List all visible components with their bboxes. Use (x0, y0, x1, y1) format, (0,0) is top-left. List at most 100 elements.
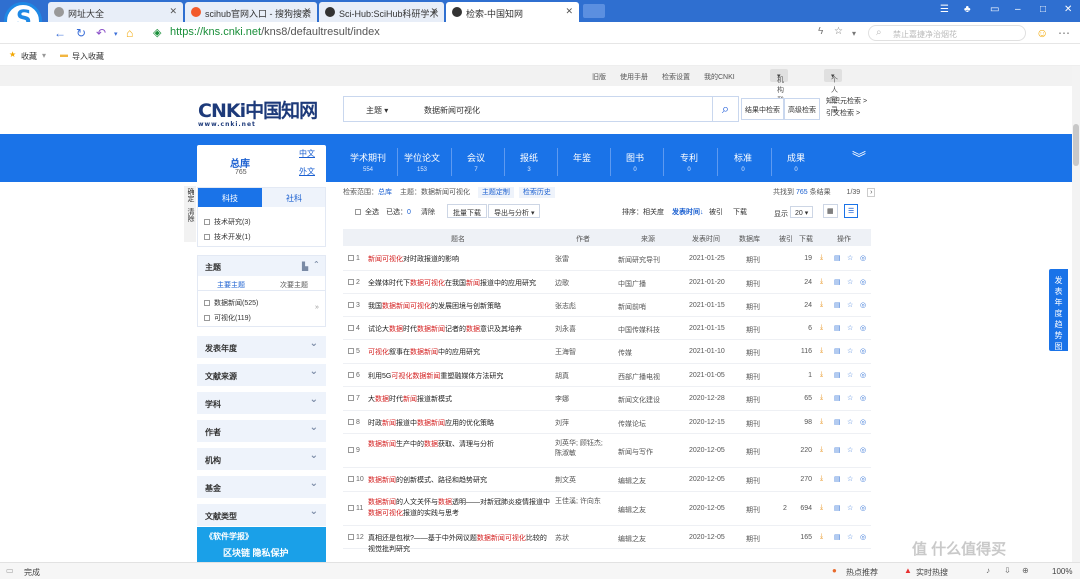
trend-chart-button[interactable]: 发表年度趋势图 (1049, 269, 1068, 351)
chevron-down-icon[interactable]: ▾ (114, 30, 118, 38)
read-icon[interactable]: ▤ (834, 394, 841, 402)
facet-author[interactable]: 作者 (197, 420, 326, 442)
table-row[interactable]: 5 可视化叙事在数据新闻中的应用研究 王海智 传媒 2021-01-10 期刊 116 ⤓ ▤ ☆… (343, 340, 871, 364)
row-source[interactable]: 西部广播电视 (618, 372, 660, 382)
row-title-link[interactable]: 时政新闻报道中数据新闻应用的优化策略 (368, 418, 551, 429)
favorite-icon[interactable]: ☆ (847, 394, 853, 402)
chart-icon[interactable]: ▙ (302, 262, 308, 271)
restore-icon[interactable]: ▭ (990, 4, 999, 15)
quote-icon[interactable]: ◎ (860, 418, 866, 426)
download-icon[interactable]: ⤓ (820, 418, 823, 426)
facet-source[interactable]: 文献来源 (197, 364, 326, 386)
chevron-down-icon[interactable]: ▾ (852, 29, 856, 38)
category-achievement[interactable]: 成果 0 (787, 151, 805, 173)
table-row[interactable]: 9 数据新闻生产中的数据获取、清理与分析 刘英华; 顾钰杰; 陈淑敏 新闻与写作 202… (343, 434, 871, 468)
list-view-icon[interactable]: ☰ (844, 204, 859, 218)
sort-cited[interactable]: 被引 (709, 207, 723, 217)
org-login-button[interactable]: 机构登录 ▾ (770, 69, 788, 114)
close-icon[interactable]: ✕ (303, 6, 311, 17)
url-field[interactable]: https://kns.cnki.net/kns8/defaultresult/… (170, 26, 380, 38)
my-cnki-link[interactable]: 我的CNKI (704, 72, 735, 82)
checkbox[interactable] (204, 234, 210, 240)
personal-login-button[interactable]: 个人登录 ▾ (824, 69, 842, 114)
category-standard[interactable]: 标准 0 (734, 151, 752, 173)
maximize-icon[interactable]: □ (1040, 4, 1046, 15)
row-source[interactable]: 新闻与写作 (618, 447, 653, 457)
read-icon[interactable]: ▤ (834, 504, 841, 512)
browser-tab-active[interactable]: 检索-中国知网 ✕ (446, 2, 579, 22)
read-icon[interactable]: ▤ (834, 324, 841, 332)
close-window-icon[interactable]: ✕ (1064, 4, 1072, 15)
export-analysis-button[interactable]: 导出与分析 ▾ (488, 204, 541, 218)
quote-icon[interactable]: ◎ (860, 324, 866, 332)
category-yearbook[interactable]: 年鉴 (573, 151, 591, 167)
row-source[interactable]: 新闻前哨 (618, 302, 646, 312)
row-source[interactable]: 传媒 (618, 348, 632, 358)
search-field-select[interactable]: 主题 ▾ (366, 105, 388, 116)
download-icon[interactable]: ⤓ (820, 324, 823, 332)
download-icon[interactable]: ⇩ (1004, 566, 1011, 575)
close-icon[interactable]: ✕ (169, 6, 177, 17)
cnki-logo[interactable]: CNKi中国知网 www.cnki.net (198, 96, 318, 128)
quote-icon[interactable]: ◎ (860, 446, 866, 454)
total-library-tab[interactable]: 总库 765 中文 外文 (197, 145, 326, 182)
theme-subscribe-button[interactable]: 主题定制 (477, 187, 514, 198)
facet-fund[interactable]: 基金 (197, 476, 326, 498)
zoom-icon[interactable]: ⊕ (1022, 566, 1029, 575)
ad-banner[interactable]: 《软件学报》 区块链 隐私保护 (197, 527, 326, 562)
tab-secondary-theme[interactable]: 次要主题 (280, 280, 308, 290)
checkbox[interactable] (348, 279, 354, 285)
checkbox[interactable] (348, 348, 354, 354)
select-all[interactable]: 全选 (355, 207, 379, 217)
skin-icon[interactable]: ♣ (964, 4, 971, 15)
page-size-select[interactable]: 20 ▾ (790, 206, 814, 218)
row-title-link[interactable]: 利用5G可视化数据新闻重塑融媒体方法研究 (368, 371, 551, 382)
checkbox[interactable] (348, 476, 354, 482)
favorite-icon[interactable]: ☆ (847, 301, 853, 309)
row-downloads[interactable]: 165 (800, 534, 812, 541)
checkbox[interactable] (348, 372, 354, 378)
row-title-link[interactable]: 数据新闻生产中的数据获取、清理与分析 (368, 439, 551, 450)
sort-relevance[interactable]: 相关度 (643, 207, 664, 217)
filter-checkbox-item[interactable]: 数据新闻(525) (204, 296, 325, 311)
search-in-results-button[interactable]: 结果中检索 (741, 98, 784, 120)
row-downloads[interactable]: 270 (800, 476, 812, 483)
download-icon[interactable]: ⤓ (820, 394, 823, 402)
category-patent[interactable]: 专利 0 (680, 151, 698, 173)
download-icon[interactable]: ⤓ (820, 371, 823, 379)
download-icon[interactable]: ⤓ (820, 278, 823, 286)
clear-selection-link[interactable]: 清除 (421, 207, 435, 217)
category-journal[interactable]: 学术期刊 554 (350, 151, 386, 173)
favorite-icon[interactable]: ☆ (847, 324, 853, 332)
foreign-link[interactable]: 外文 (299, 166, 315, 177)
table-row[interactable]: 2 全媒体时代下数据可视化在我国新闻报道中的应用研究 边歌 中国广播 2021-01-2… (343, 271, 871, 294)
confirm-button[interactable]: 确定 (185, 188, 195, 202)
checkbox[interactable] (348, 325, 354, 331)
favorite-icon[interactable]: ☆ (847, 254, 853, 262)
quote-icon[interactable]: ◎ (860, 347, 866, 355)
lightning-icon[interactable]: ϟ (818, 26, 823, 37)
table-row[interactable]: 4 试论大数据时代数据新闻记者的数据意识及其培养 刘永喜 中国传媒科技 2021-01-… (343, 317, 871, 340)
download-icon[interactable]: ⤓ (820, 301, 823, 309)
checkbox[interactable] (348, 395, 354, 401)
favorite-icon[interactable]: ☆ (847, 371, 853, 379)
table-row[interactable]: 7 大数据时代新闻报道新模式 李娜 新闻文化建设 2020-12-28 期刊 65 ⤓ ▤ ☆ ◎ (343, 387, 871, 411)
refresh-icon[interactable]: ↻ (76, 26, 86, 40)
search-input[interactable]: 数据新闻可视化 (424, 105, 480, 116)
row-downloads[interactable]: 24 (804, 302, 812, 309)
row-title-link[interactable]: 可视化叙事在数据新闻中的应用研究 (368, 347, 551, 358)
quote-icon[interactable]: ◎ (860, 504, 866, 512)
row-title-link[interactable]: 全媒体时代下数据可视化在我国新闻报道中的应用研究 (368, 278, 551, 289)
download-icon[interactable]: ⤓ (820, 254, 823, 262)
checkbox[interactable] (355, 209, 361, 215)
checkbox[interactable] (204, 315, 210, 321)
checkbox[interactable] (348, 505, 354, 511)
old-version-link[interactable]: 旧版 (592, 72, 606, 82)
tab-social[interactable]: 社科 (262, 188, 326, 207)
theme-header[interactable]: 主题 ▙ ⌃ (198, 256, 325, 276)
row-cited[interactable]: 2 (783, 505, 787, 512)
checkbox[interactable] (348, 534, 354, 540)
checkbox[interactable] (348, 255, 354, 261)
more-icon[interactable]: ⋯ (1058, 26, 1070, 40)
read-icon[interactable]: ▤ (834, 254, 841, 262)
